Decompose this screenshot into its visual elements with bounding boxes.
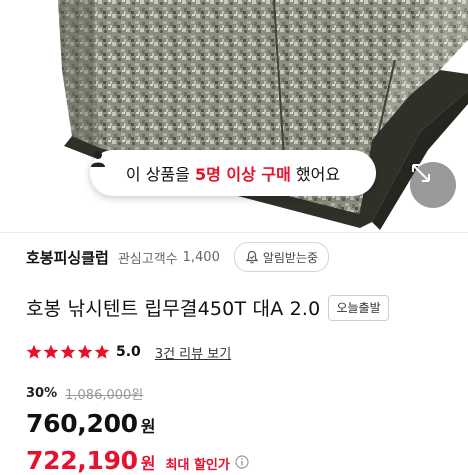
store-name-link[interactable]: 호봉피싱클럽 xyxy=(26,247,109,268)
today-shipping-badge: 오늘출발 xyxy=(328,294,389,321)
review-link[interactable]: 3건 리뷰 보기 xyxy=(155,343,231,362)
banner-prefix: 이 상품을 xyxy=(125,165,195,184)
original-price: 1,086,000원 xyxy=(65,388,144,403)
star-icon xyxy=(77,344,93,359)
max-discount-label: 최대 할인가 xyxy=(165,458,230,473)
info-icon[interactable] xyxy=(235,455,249,469)
expand-image-button[interactable] xyxy=(410,162,456,208)
max-discount-row: 722,190 원 최대 할인가 xyxy=(26,446,249,475)
sale-price-row: 760,200 원 xyxy=(26,409,156,438)
section-divider xyxy=(0,232,468,233)
alert-label: 알림받는중 xyxy=(262,250,319,265)
follower-count: 1,400 xyxy=(182,249,220,265)
rating-row: 5.0 3건 리뷰 보기 xyxy=(26,341,231,363)
sale-price: 760,200 xyxy=(26,409,138,438)
sale-price-unit: 원 xyxy=(140,417,156,436)
max-discount-price: 722,190 xyxy=(26,446,138,475)
max-discount-unit: 원 xyxy=(140,454,156,473)
bell-icon xyxy=(245,250,259,264)
tent-photo xyxy=(58,0,468,230)
product-title: 호봉 낚시텐트 립무결450T 대A 2.0 xyxy=(26,298,321,320)
banner-suffix: 했어요 xyxy=(290,165,341,184)
star-icon xyxy=(26,344,42,359)
product-title-row: 호봉 낚시텐트 립무결450T 대A 2.0 오늘출발 xyxy=(26,294,389,321)
purchase-count-banner: 이 상품을 5명 이상 구매 했어요 xyxy=(90,150,376,196)
rating-value: 5.0 xyxy=(116,344,141,360)
store-info: 호봉피싱클럽 관심고객수 1,400 알림받는중 xyxy=(26,241,330,273)
star-icon xyxy=(94,344,110,359)
star-icon xyxy=(60,344,76,359)
discount-rate: 30% xyxy=(26,386,58,401)
product-image[interactable]: 이 상품을 5명 이상 구매 했어요 xyxy=(0,0,468,232)
star-rating xyxy=(26,344,111,360)
follower-label: 관심고객수 xyxy=(117,251,178,267)
discount-row: 30% 1,086,000원 xyxy=(26,384,143,403)
banner-highlight: 5명 이상 구매 xyxy=(194,165,291,184)
star-icon xyxy=(43,344,59,359)
person-icon xyxy=(91,151,105,167)
expand-arrows-icon xyxy=(412,164,430,182)
store-alert-button[interactable]: 알림받는중 xyxy=(233,242,330,272)
